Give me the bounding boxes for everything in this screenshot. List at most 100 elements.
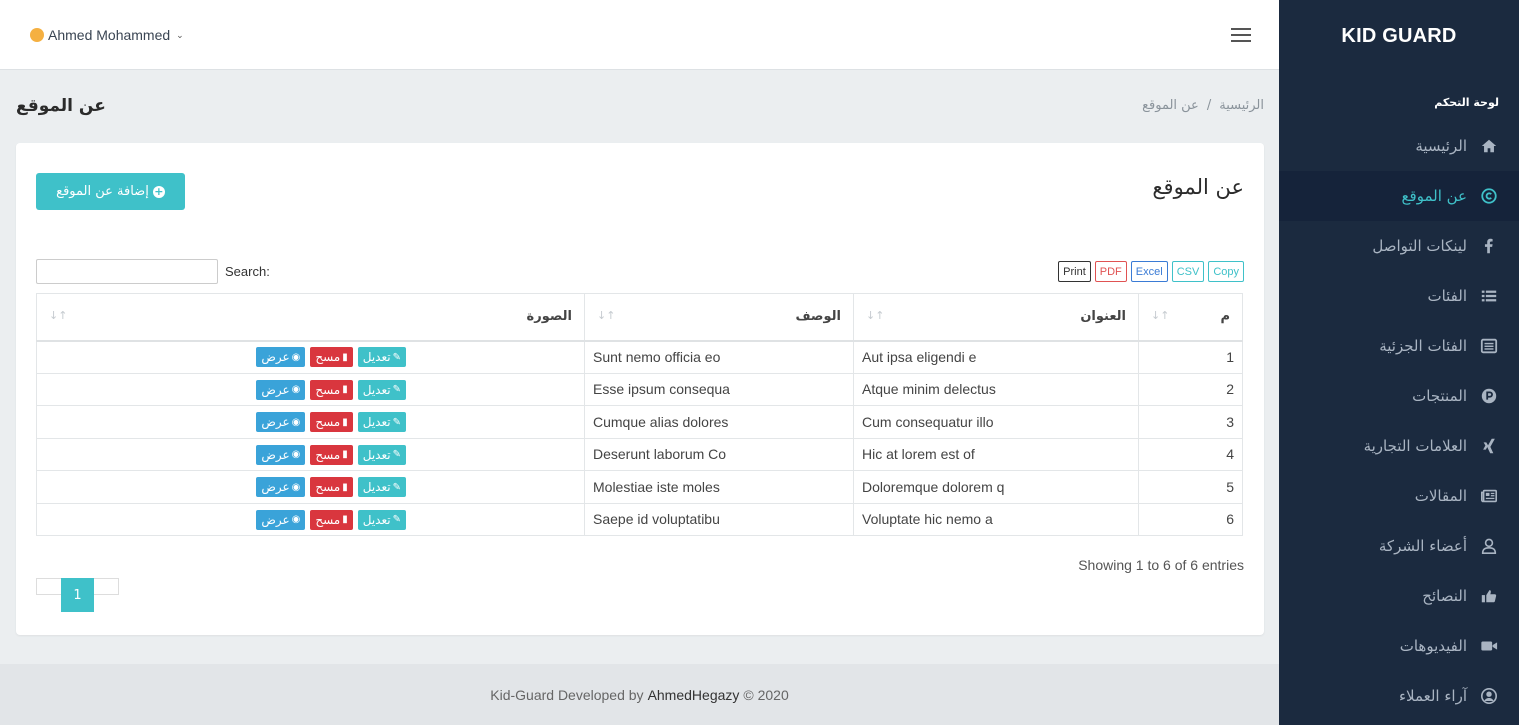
edit-button[interactable]: ✎ تعديل <box>357 444 406 465</box>
cell-actions: ✎ تعديل ▮ مسح ◉ عرض <box>36 405 585 439</box>
delete-button[interactable]: ▮ مسح <box>310 379 353 400</box>
cell-actions: ✎ تعديل ▮ مسح ◉ عرض <box>36 372 585 406</box>
edit-button[interactable]: ✎ تعديل <box>357 379 406 400</box>
sidebar-item-11[interactable]: آراء العملاء <box>1279 671 1519 721</box>
copy-button[interactable]: Copy <box>1208 261 1244 282</box>
cell-desc: Molestiae iste moles <box>584 470 854 504</box>
sidebar-item-8[interactable]: أعضاء الشركة <box>1279 521 1519 571</box>
sidebar-item-10[interactable]: الفيديوهات <box>1279 621 1519 671</box>
cell-num: 5 <box>1138 470 1243 504</box>
table-row: 3 Cum consequatur illo Cumque alias dolore… <box>36 405 1243 439</box>
facebook-icon <box>1479 236 1499 256</box>
cell-actions: ✎ تعديل ▮ مسح ◉ عرض <box>36 437 585 471</box>
sidebar-item-2[interactable]: لينكات التواصل <box>1279 221 1519 271</box>
sidebar-item-3[interactable]: الفئات <box>1279 271 1519 321</box>
view-button[interactable]: ◉ عرض <box>256 379 306 400</box>
edit-button[interactable]: ✎ تعديل <box>357 412 406 432</box>
brand-logo[interactable]: KID GUARD <box>1279 0 1519 72</box>
sidebar-item-label: آراء العملاء <box>1398 687 1467 705</box>
csv-button[interactable]: CSV <box>1171 261 1205 282</box>
delete-button[interactable]: ▮ مسح <box>310 509 353 530</box>
add-button-label: إضافة عن الموقع <box>56 184 149 199</box>
sort-icon: ↑↓ <box>1151 309 1170 323</box>
eye-icon: ◉ <box>291 449 301 460</box>
sidebar-item-label: أعضاء الشركة <box>1378 537 1467 555</box>
user-avatar-icon <box>30 28 44 42</box>
cell-title: Atque minim delectus <box>853 372 1139 406</box>
breadcrumb-separator: / <box>1206 98 1212 113</box>
cell-num: 4 <box>1138 437 1243 471</box>
edit-icon: ✎ <box>392 351 401 363</box>
video-icon <box>1479 636 1499 656</box>
edit-button[interactable]: ✎ تعديل <box>357 347 406 368</box>
sidebar-item-label: النصائح <box>1422 587 1467 605</box>
copyright-icon <box>1479 186 1499 206</box>
view-button[interactable]: ◉ عرض <box>256 412 306 432</box>
sort-icon: ↑↓ <box>866 309 885 323</box>
column-header-desc[interactable]: الوصف ↑↓ <box>584 293 854 342</box>
column-header-title[interactable]: العنوان ↑↓ <box>853 293 1139 342</box>
pagination-page[interactable]: 1 <box>61 578 94 612</box>
cell-title: Voluptate hic nemo a <box>853 502 1139 536</box>
table-row: 1 Aut ipsa eligendi e Sunt nemo officia eo… <box>36 340 1243 374</box>
eye-icon: ◉ <box>291 416 301 428</box>
sidebar-item-label: الفئات الجزئية <box>1379 337 1467 355</box>
user-menu[interactable]: Ahmed Mohammed ⌄ <box>30 27 184 43</box>
pagination-previous[interactable] <box>36 578 61 595</box>
sidebar-item-1[interactable]: عن الموقع <box>1279 171 1519 221</box>
trash-icon: ▮ <box>342 449 348 460</box>
edit-icon: ✎ <box>392 384 401 395</box>
sidebar-item-5[interactable]: المنتجات <box>1279 371 1519 421</box>
pagination-next[interactable] <box>94 578 119 595</box>
excel-button[interactable]: Excel <box>1130 261 1168 282</box>
footer-author-link[interactable]: AhmedHegazy <box>648 687 740 703</box>
search-label: Search: <box>225 264 270 279</box>
table-row: 2 Atque minim delectus Esse ipsum consequa… <box>36 372 1243 406</box>
home-icon <box>1479 136 1499 156</box>
footer-prefix: Kid-Guard Developed by <box>490 686 644 703</box>
eye-icon: ◉ <box>291 481 301 493</box>
column-header-num[interactable]: م ↑↓ <box>1138 293 1243 342</box>
sidebar-item-label: الفيديوهات <box>1399 637 1467 655</box>
breadcrumb-current: عن الموقع <box>1142 98 1199 113</box>
sidebar-item-label: الفئات <box>1427 287 1467 305</box>
edit-button[interactable]: ✎ تعديل <box>357 477 406 497</box>
sidebar-item-6[interactable]: العلامات التجارية <box>1279 421 1519 471</box>
cell-desc: Deserunt laborum Co <box>584 437 854 471</box>
list-icon <box>1479 286 1499 306</box>
search-input[interactable] <box>36 259 218 284</box>
cell-desc: Esse ipsum consequa <box>584 372 854 406</box>
cell-title: Aut ipsa eligendi e <box>853 340 1139 374</box>
edit-icon: ✎ <box>392 481 401 493</box>
edit-icon: ✎ <box>392 416 401 428</box>
sidebar-item-9[interactable]: النصائح <box>1279 571 1519 621</box>
cell-title: Doloremque dolorem q <box>853 470 1139 504</box>
sidebar-item-0[interactable]: الرئيسية <box>1279 121 1519 171</box>
breadcrumb-home[interactable]: الرئيسية <box>1219 98 1264 113</box>
view-button[interactable]: ◉ عرض <box>256 347 306 368</box>
delete-button[interactable]: ▮ مسح <box>310 477 353 497</box>
delete-button[interactable]: ▮ مسح <box>310 444 353 465</box>
thumbs-up-icon <box>1479 586 1499 606</box>
delete-button[interactable]: ▮ مسح <box>310 347 353 368</box>
cell-actions: ✎ تعديل ▮ مسح ◉ عرض <box>36 340 585 374</box>
edit-button[interactable]: ✎ تعديل <box>357 509 406 530</box>
print-button[interactable]: Print <box>1058 261 1091 282</box>
sidebar-item-7[interactable]: المقالات <box>1279 471 1519 521</box>
sidebar-item-4[interactable]: الفئات الجزئية <box>1279 321 1519 371</box>
export-buttons: Print PDF Excel CSV Copy <box>1058 261 1244 282</box>
view-button[interactable]: ◉ عرض <box>256 477 306 497</box>
edit-icon: ✎ <box>392 514 401 525</box>
view-button[interactable]: ◉ عرض <box>256 444 306 465</box>
delete-button[interactable]: ▮ مسح <box>310 412 353 432</box>
xing-icon <box>1479 436 1499 456</box>
content-card: عن الموقع + إضافة عن الموقع Search: Prin… <box>16 143 1264 635</box>
view-button[interactable]: ◉ عرض <box>256 509 306 530</box>
chevron-down-icon: ⌄ <box>176 29 184 40</box>
cell-num: 1 <box>1138 340 1243 374</box>
column-header-image[interactable]: الصورة ↑↓ <box>36 293 585 342</box>
pdf-button[interactable]: PDF <box>1094 261 1127 282</box>
trash-icon: ▮ <box>342 481 348 493</box>
menu-toggle-icon[interactable] <box>1231 28 1251 42</box>
add-about-button[interactable]: + إضافة عن الموقع <box>36 173 185 210</box>
